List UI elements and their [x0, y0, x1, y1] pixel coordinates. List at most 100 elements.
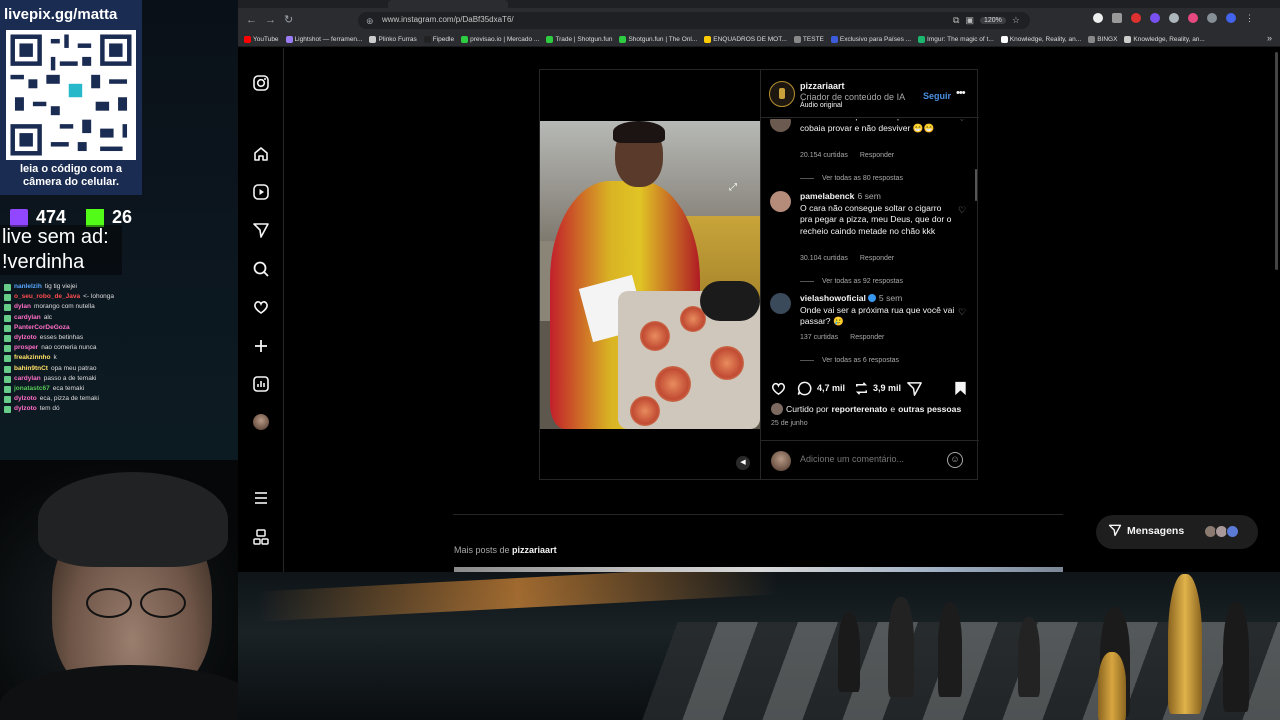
- post-side-panel: pizzariaart Criador de conteúdo de IA Áu…: [760, 70, 979, 479]
- search-icon[interactable]: [252, 260, 270, 278]
- address-bar-actions: ⧉ ▣ 120% ☆: [953, 12, 1020, 29]
- reply-button[interactable]: Responder: [850, 334, 884, 341]
- extension-icon[interactable]: [1150, 13, 1160, 23]
- comment-likes[interactable]: 30.104 curtidas: [800, 255, 848, 262]
- bookmark-item[interactable]: Exclusivo para Países ...: [830, 35, 911, 43]
- create-icon[interactable]: [252, 337, 270, 355]
- more-posts-user[interactable]: pizzariaart: [512, 545, 557, 555]
- author-avatar[interactable]: [769, 81, 795, 107]
- comment-meta: 20.154 curtidas Responder: [800, 152, 894, 159]
- view-replies-button[interactable]: Ver todas as 80 respostas: [800, 175, 903, 182]
- commenter-avatar[interactable]: [770, 191, 791, 212]
- chat-badge-icon: [4, 365, 11, 373]
- comment-input[interactable]: [800, 454, 940, 464]
- bookmark-item[interactable]: Shotgun.fun | The Onl...: [619, 35, 697, 43]
- comment-time[interactable]: 6 sem: [857, 191, 880, 201]
- bookmark-item[interactable]: Fipedle: [423, 35, 454, 43]
- site-info-icon[interactable]: ⊕: [366, 14, 374, 28]
- commenter-avatar[interactable]: [770, 119, 791, 132]
- bookmark-label: TESTE: [802, 35, 824, 43]
- forward-icon[interactable]: →: [265, 13, 276, 27]
- extension-icon[interactable]: [1169, 13, 1179, 23]
- bookmark-item[interactable]: Lightshot — ferramen...: [285, 35, 362, 43]
- chat-username: dylzoto: [14, 405, 37, 413]
- view-replies-button[interactable]: Ver todas as 6 respostas: [800, 357, 899, 364]
- kick-icon: [86, 208, 105, 227]
- share-icon[interactable]: [906, 380, 923, 397]
- bookmark-star-icon[interactable]: ☆: [1012, 15, 1020, 26]
- bookmark-item[interactable]: YouTube: [244, 35, 279, 43]
- instagram-icon[interactable]: [252, 74, 270, 92]
- save-icon[interactable]: [953, 380, 968, 397]
- liked-by-others[interactable]: outras pessoas: [898, 404, 961, 414]
- comment-likes[interactable]: 137 curtidas: [800, 334, 838, 341]
- install-app-icon[interactable]: ⧉: [953, 15, 959, 26]
- commenter-username[interactable]: vielashowoficial: [800, 293, 866, 303]
- bookmark-item[interactable]: previsao.io | Mercado ...: [461, 35, 539, 43]
- expand-icon[interactable]: ⤢: [729, 182, 737, 193]
- post-media[interactable]: ⤢ ◀: [540, 70, 760, 479]
- audio-label[interactable]: Áudio original: [800, 102, 842, 109]
- comment-icon[interactable]: [796, 380, 813, 397]
- more-options-icon[interactable]: •••: [956, 87, 966, 99]
- menu-icon[interactable]: [252, 489, 270, 507]
- commenter-username[interactable]: pamelabenck: [800, 191, 854, 201]
- url-text[interactable]: www.instagram.com/p/DaBf35dxaT6/: [382, 14, 514, 26]
- profile-icon[interactable]: [1226, 13, 1236, 23]
- repost-icon[interactable]: [853, 380, 870, 397]
- bookmark-item[interactable]: Plinko Furras: [369, 35, 417, 43]
- post-video-frame[interactable]: ⤢: [540, 121, 760, 429]
- browser-menu-icon[interactable]: ⋮: [1245, 13, 1254, 23]
- back-icon[interactable]: ←: [246, 13, 257, 27]
- chat-message: o_seu_robo_de_Java <- lohonga: [4, 292, 236, 302]
- extension-icon[interactable]: [1131, 13, 1141, 23]
- cast-icon[interactable]: ▣: [965, 15, 974, 26]
- active-tab[interactable]: [388, 0, 508, 8]
- dashboard-icon[interactable]: [252, 375, 270, 393]
- bookmark-item[interactable]: ENQUADROS DE MOT...: [704, 35, 787, 43]
- post-date[interactable]: 25 de junho: [771, 420, 808, 427]
- bookmark-item[interactable]: TESTE: [793, 35, 824, 43]
- reels-icon[interactable]: [252, 183, 270, 201]
- messages-button[interactable]: Mensagens: [1096, 515, 1258, 549]
- bookmark-item[interactable]: Imgur: The magic of t...: [918, 35, 994, 43]
- bookmark-item[interactable]: BINGX: [1088, 35, 1117, 43]
- view-replies-button[interactable]: Ver todas as 92 respostas: [800, 278, 903, 285]
- author-username[interactable]: pizzariaart: [800, 81, 845, 91]
- reply-button[interactable]: Responder: [860, 152, 894, 159]
- chat-username: dylan: [14, 303, 31, 311]
- page-scrollbar[interactable]: [1275, 52, 1278, 270]
- comment-like-icon[interactable]: ♡: [958, 119, 966, 124]
- chat-badge-icon: [4, 406, 11, 414]
- extensions-puzzle-icon[interactable]: [1112, 13, 1122, 23]
- heart-icon[interactable]: [252, 298, 270, 316]
- reply-button[interactable]: Responder: [860, 255, 894, 262]
- extension-icon[interactable]: [1188, 13, 1198, 23]
- explore-icon[interactable]: [252, 221, 270, 239]
- like-icon[interactable]: [770, 380, 787, 397]
- comment-likes[interactable]: 20.154 curtidas: [800, 152, 848, 159]
- chat-text: k: [53, 354, 57, 362]
- liked-by-user[interactable]: reporterenato: [832, 404, 888, 414]
- comment-like-icon[interactable]: ♡: [958, 205, 966, 216]
- threads-icon[interactable]: [252, 528, 270, 546]
- bookmarks-overflow-icon[interactable]: »: [1267, 33, 1272, 43]
- comment-like-icon[interactable]: ♡: [958, 307, 966, 318]
- follow-button[interactable]: Seguir: [923, 91, 951, 101]
- profile-avatar[interactable]: [253, 414, 269, 430]
- promo-line-2: !verdinha: [2, 251, 85, 273]
- bookmark-item[interactable]: Trade | Shotgun.fun: [546, 35, 612, 43]
- bookmark-item[interactable]: Knowledge, Reality, an...: [1000, 35, 1081, 43]
- chat-text: passo a de temaki: [43, 374, 97, 382]
- mute-icon[interactable]: ◀: [736, 456, 750, 470]
- bookmark-item[interactable]: Knowledge, Reality, an...: [1124, 35, 1205, 43]
- home-icon[interactable]: [252, 145, 270, 163]
- extension-icon[interactable]: [1207, 13, 1217, 23]
- commenter-avatar[interactable]: [770, 293, 791, 314]
- comment-time[interactable]: 5 sem: [879, 293, 902, 303]
- emoji-icon[interactable]: ☺: [947, 452, 963, 468]
- zoom-indicator[interactable]: 120%: [979, 17, 1006, 24]
- reload-icon[interactable]: ↻: [284, 13, 293, 27]
- comments-scrollbar[interactable]: [975, 169, 977, 201]
- extension-icon[interactable]: [1093, 13, 1103, 23]
